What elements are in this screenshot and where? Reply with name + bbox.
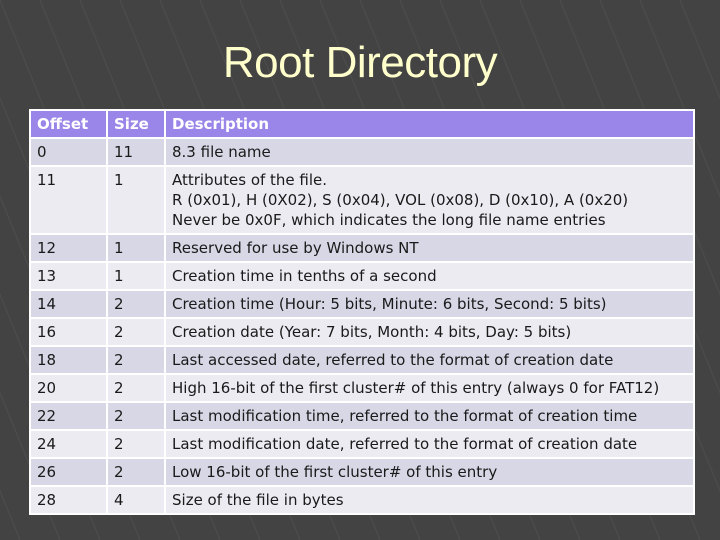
description-cell: High 16-bit of the first cluster# of thi… — [166, 375, 693, 401]
description-cell: Reserved for use by Windows NT — [166, 235, 693, 261]
description-line: Low 16-bit of the first cluster# of this… — [172, 463, 498, 481]
offset-cell: 0 — [31, 139, 106, 165]
description-line: Creation time in tenths of a second — [172, 267, 437, 285]
slide-title: Root Directory — [222, 38, 498, 87]
size-cell: 2 — [108, 375, 164, 401]
offset-cell: 11 — [31, 167, 106, 233]
size-cell: 11 — [108, 139, 164, 165]
header-size: Size — [108, 111, 164, 137]
size-cell: 2 — [108, 459, 164, 485]
directory-entry-table-container: Offset Size Description 0 11 8.3 file name… — [29, 109, 695, 540]
description-line: Last modification time, referred to the … — [172, 407, 638, 425]
offset-cell: 16 — [31, 319, 106, 345]
table-row: 28 4 Size of the file in bytes — [31, 487, 693, 513]
offset-cell: 18 — [31, 347, 106, 373]
description-cell: Attributes of the file. R (0x01), H (0X02… — [166, 167, 693, 233]
description-line: Attributes of the file. — [172, 171, 328, 189]
table-row: 13 1 Creation time in tenths of a second — [31, 263, 693, 289]
size-cell: 2 — [108, 431, 164, 457]
description-cell: Creation time in tenths of a second — [166, 263, 693, 289]
offset-cell: 24 — [31, 431, 106, 457]
description-line: 8.3 file name — [172, 143, 271, 161]
table-header-row: Offset Size Description — [31, 111, 693, 137]
size-cell: 2 — [108, 319, 164, 345]
offset-cell: 28 — [31, 487, 106, 513]
table-row: 26 2 Low 16-bit of the first cluster# of t… — [31, 459, 693, 485]
description-cell: Creation date (Year: 7 bits, Month: 4 bi… — [166, 319, 693, 345]
table-row: 12 1 Reserved for use by Windows NT — [31, 235, 693, 261]
size-cell: 1 — [108, 167, 164, 233]
offset-cell: 26 — [31, 459, 106, 485]
description-line: R (0x01), H (0X02), S (0x04), VOL (0x08)… — [172, 191, 629, 209]
description-line: Creation time (Hour: 5 bits, Minute: 6 b… — [172, 295, 607, 313]
description-cell: Last modification date, referred to the … — [166, 431, 693, 457]
description-line: Size of the file in bytes — [172, 491, 344, 509]
offset-cell: 13 — [31, 263, 106, 289]
size-cell: 2 — [108, 291, 164, 317]
description-cell: 8.3 file name — [166, 139, 693, 165]
size-cell: 4 — [108, 487, 164, 513]
table-row: 18 2 Last accessed date, referred to the f… — [31, 347, 693, 373]
directory-entry-table: Offset Size Description 0 11 8.3 file name… — [29, 109, 695, 515]
description-line: High 16-bit of the first cluster# of thi… — [172, 379, 660, 397]
size-cell: 1 — [108, 263, 164, 289]
size-cell: 2 — [108, 347, 164, 373]
header-offset: Offset — [31, 111, 106, 137]
description-cell: Last modification time, referred to the … — [166, 403, 693, 429]
description-line: Never be 0x0F, which indicates the long … — [172, 211, 606, 229]
description-cell: Size of the file in bytes — [166, 487, 693, 513]
description-line: Last modification date, referred to the … — [172, 435, 638, 453]
offset-cell: 20 — [31, 375, 106, 401]
size-cell: 2 — [108, 403, 164, 429]
offset-cell: 22 — [31, 403, 106, 429]
table-row: 20 2 High 16-bit of the first cluster# of … — [31, 375, 693, 401]
table-body: 0 11 8.3 file name 11 1 Attributes of the fil… — [31, 139, 693, 513]
table-row: 0 11 8.3 file name — [31, 139, 693, 165]
description-cell: Last accessed date, referred to the form… — [166, 347, 693, 373]
table-row: 24 2 Last modification date, referred to t… — [31, 431, 693, 457]
description-line: Reserved for use by Windows NT — [172, 239, 419, 257]
description-line: Last accessed date, referred to the form… — [172, 351, 614, 369]
size-cell: 1 — [108, 235, 164, 261]
description-cell: Creation time (Hour: 5 bits, Minute: 6 b… — [166, 291, 693, 317]
offset-cell: 12 — [31, 235, 106, 261]
table-row: 14 2 Creation time (Hour: 5 bits, Minute: … — [31, 291, 693, 317]
description-line: Creation date (Year: 7 bits, Month: 4 bi… — [172, 323, 572, 341]
header-description: Description — [166, 111, 693, 137]
description-cell: Low 16-bit of the first cluster# of this… — [166, 459, 693, 485]
table-row: 22 2 Last modification time, referred to t… — [31, 403, 693, 429]
table-row: 11 1 Attributes of the file. R (0x01), H (0… — [31, 167, 693, 233]
table-row: 16 2 Creation date (Year: 7 bits, Month: 4… — [31, 319, 693, 345]
offset-cell: 14 — [31, 291, 106, 317]
